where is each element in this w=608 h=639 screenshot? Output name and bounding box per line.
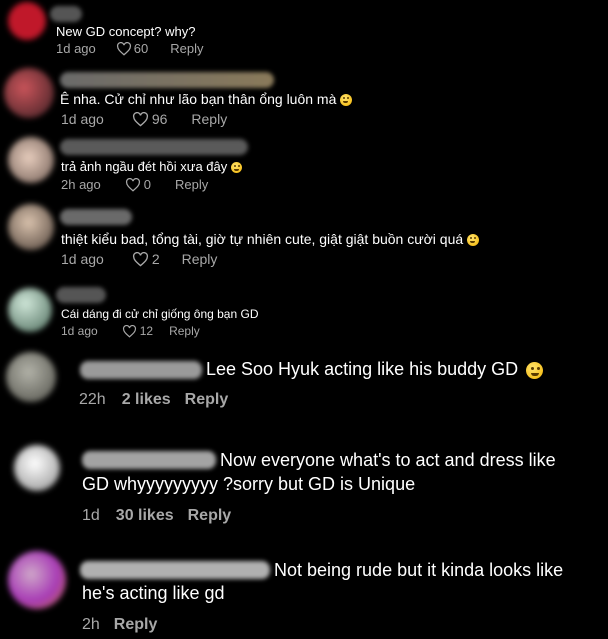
reply-button[interactable]: Reply — [188, 507, 232, 525]
username-blurred[interactable] — [60, 72, 274, 88]
like-count: 96 — [151, 111, 168, 127]
comment-text: New GD concept? why? — [56, 24, 196, 39]
comment-item: Cái dáng đi cử chỉ giống ông bạn GD 1d a… — [0, 282, 608, 344]
comment-meta: 2h ago 0 Reply — [61, 177, 208, 192]
timestamp: 1d ago — [61, 251, 104, 267]
heart-icon — [132, 111, 149, 127]
reply-item: Now everyone what's to act and dress lik… — [0, 440, 608, 540]
timestamp: 1d ago — [61, 111, 104, 127]
reply-button[interactable]: Reply — [185, 391, 229, 409]
comment-text: Cái dáng đi cử chỉ giống ông bạn GD — [61, 307, 259, 321]
comment-item: thiệt kiểu bad, tổng tài, giờ tự nhiên c… — [0, 200, 608, 280]
timestamp: 1d ago — [56, 41, 96, 56]
reply-text-line2: he's acting like gd — [82, 583, 225, 603]
avatar[interactable] — [8, 551, 66, 609]
username-blurred[interactable] — [60, 209, 132, 225]
avatar[interactable] — [6, 352, 56, 402]
comment-text: trả ảnh ngầu đét hồi xưa đây — [61, 159, 242, 175]
heart-icon — [122, 324, 137, 338]
comment-meta: 1d ago 60 Reply — [56, 41, 203, 56]
reply-meta: 1d 30 likes Reply — [82, 507, 231, 525]
username-blurred[interactable] — [60, 139, 248, 155]
like-count: 60 — [133, 41, 149, 56]
like-button[interactable]: 2 — [132, 251, 160, 267]
like-count: 0 — [143, 177, 151, 192]
comment-meta: 1d ago 2 Reply — [61, 251, 217, 267]
comment-text: thiệt kiểu bad, tổng tài, giờ tự nhiên c… — [61, 231, 480, 249]
smile-emoji-icon — [230, 162, 242, 174]
reply-text: Now everyone what's to act and dress lik… — [220, 450, 556, 470]
username-blurred[interactable] — [50, 6, 82, 22]
like-count: 12 — [139, 324, 154, 338]
comment-item: New GD concept? why? 1d ago 60 Reply — [0, 0, 608, 60]
timestamp: 2h — [82, 616, 100, 633]
reply-button[interactable]: Reply — [170, 41, 203, 56]
smile-emoji-icon — [526, 361, 544, 379]
like-button[interactable]: 96 — [132, 111, 168, 127]
username-blurred[interactable] — [80, 361, 202, 379]
like-button[interactable]: 60 — [116, 41, 148, 56]
reply-text: Lee Soo Hyuk acting like his buddy GD — [206, 358, 544, 381]
username-blurred[interactable] — [80, 561, 270, 579]
like-count[interactable]: 2 likes — [122, 391, 171, 409]
reply-item: Lee Soo Hyuk acting like his buddy GD 22… — [0, 346, 608, 436]
reply-button[interactable]: Reply — [114, 616, 158, 634]
reply-item: Not being rude but it kinda looks like h… — [0, 545, 608, 639]
comment-meta: 1d ago 12 Reply — [61, 324, 200, 338]
avatar[interactable] — [8, 2, 46, 40]
avatar[interactable] — [8, 137, 54, 183]
reply-button[interactable]: Reply — [175, 177, 208, 192]
laughing-emoji-icon — [340, 94, 353, 107]
timestamp: 1d ago — [61, 324, 98, 338]
reply-button[interactable]: Reply — [182, 251, 218, 267]
reply-button[interactable]: Reply — [191, 111, 227, 127]
comment-item: Ê nha. Cử chỉ như lão bạn thân ổng luôn … — [0, 60, 608, 140]
avatar[interactable] — [4, 68, 54, 118]
timestamp: 2h ago — [61, 177, 101, 192]
heart-icon — [132, 251, 149, 267]
timestamp: 1d — [82, 507, 100, 524]
heart-icon — [125, 177, 141, 192]
like-button[interactable]: 0 — [125, 177, 151, 192]
comment-item: trả ảnh ngầu đét hồi xưa đây 2h ago 0 Re… — [0, 133, 608, 199]
timestamp: 22h — [79, 391, 106, 408]
username-blurred[interactable] — [82, 451, 216, 469]
laughing-emoji-icon — [467, 234, 480, 247]
reply-text-line2: GD whyyyyyyyyy ?sorry but GD is Unique — [82, 474, 416, 494]
avatar[interactable] — [8, 288, 52, 332]
comment-text: Ê nha. Cử chỉ như lão bạn thân ổng luôn … — [60, 91, 353, 109]
like-button[interactable]: 12 — [122, 324, 153, 338]
reply-meta: 22h 2 likes Reply — [79, 391, 228, 409]
reply-button[interactable]: Reply — [169, 324, 200, 338]
reply-meta: 2h Reply — [82, 616, 157, 634]
avatar[interactable] — [14, 445, 60, 491]
like-count[interactable]: 30 likes — [116, 507, 174, 525]
heart-icon — [116, 41, 132, 56]
reply-text: Not being rude but it kinda looks like — [274, 560, 564, 580]
like-count: 2 — [151, 251, 160, 267]
username-blurred[interactable] — [56, 287, 106, 303]
comment-meta: 1d ago 96 Reply — [61, 111, 227, 127]
avatar[interactable] — [8, 204, 54, 250]
